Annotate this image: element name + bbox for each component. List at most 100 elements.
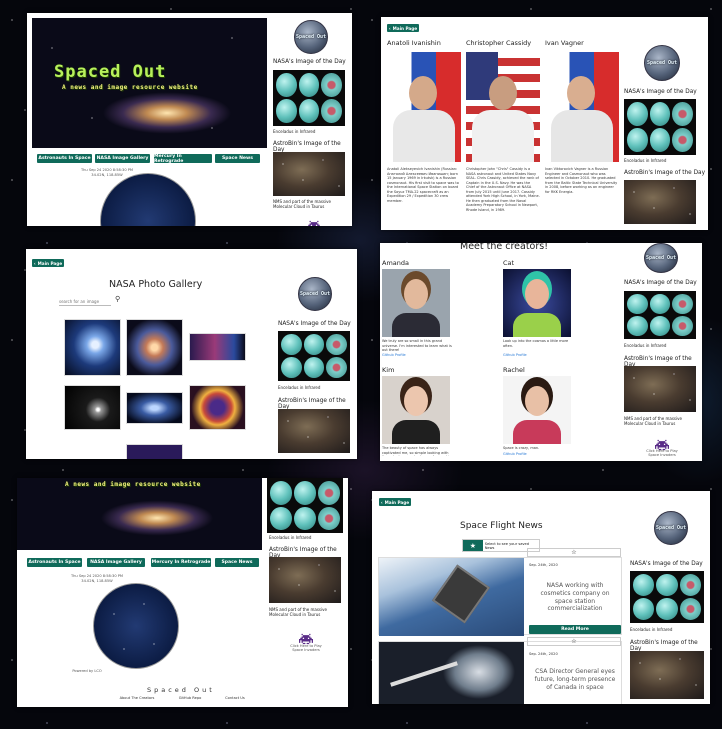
news-image[interactable] [379, 558, 524, 636]
news-headline[interactable]: NASA working with cosmetics company on s… [531, 582, 619, 613]
gallery-button[interactable]: NASA Image Gallery [95, 154, 150, 163]
nasa-iotd-image[interactable] [624, 291, 696, 339]
news-headline[interactable]: CSA Director General eyes future, long-t… [531, 668, 619, 691]
footer-brand: Spaced Out [147, 686, 215, 694]
astrobin-iotd-image[interactable] [624, 180, 696, 224]
astronaut-name: Anatoli Ivanishin [387, 39, 441, 47]
gallery-image[interactable] [64, 385, 121, 430]
astronaut-bio: Anatoli Alekseyevich Ivanishin (Russian:… [387, 167, 459, 203]
read-more-button[interactable]: Read More [529, 625, 621, 634]
space-invaders-icon[interactable] [307, 217, 321, 226]
logo[interactable]: Spaced Out [298, 277, 332, 311]
gallery-image[interactable] [189, 385, 246, 430]
creator-photo [503, 376, 571, 444]
space-invaders-icon[interactable] [299, 630, 313, 645]
gallery-image[interactable] [189, 333, 246, 361]
panel-home-top: Spaced Out A news and image resource web… [27, 13, 352, 226]
astronaut-photo [387, 52, 461, 162]
creator-github-link[interactable]: Github Profile [382, 353, 406, 358]
news-button[interactable]: Space News [215, 558, 259, 567]
bookmark-star-icon[interactable]: ☆ [527, 548, 621, 557]
main-page-button[interactable]: ‹ Main Page [32, 259, 64, 267]
news-card: ☆ Sep. 24th, 2020 CSA Director General e… [378, 637, 622, 704]
gallery-image[interactable] [126, 392, 183, 424]
sky-map[interactable] [93, 583, 179, 669]
creator-bio: The beauty of space has always captivate… [382, 446, 454, 456]
nasa-iotd-title: NASA's Image of the Day [278, 321, 351, 327]
nasa-iotd-caption: Enceladus in Infrared [624, 158, 667, 163]
mercury-button[interactable]: Mercury In Retrograde [151, 558, 211, 567]
astronaut-bio: Christopher John "Chris" Cassidy is a NA… [466, 167, 540, 212]
bookmark-star-icon[interactable]: ☆ [527, 637, 621, 646]
nasa-iotd-caption: Enceladus in Infrared [278, 385, 321, 390]
news-title: Space Flight News [460, 521, 543, 531]
panel-creators: Meet the creators! Amanda We truly are s… [380, 243, 702, 461]
footer-about-link[interactable]: About The Creators [114, 696, 160, 700]
astronaut-name: Christopher Cassidy [466, 39, 532, 47]
footer-repo-link[interactable]: GitHub Repo [175, 696, 205, 700]
nasa-iotd-title: NASA's Image of the Day [630, 561, 703, 567]
hero-banner: A news and image resource website [17, 478, 262, 550]
panel-gallery: ‹ Main Page NASA Photo Gallery ⚲ Spaced … [26, 249, 357, 459]
creator-github-link[interactable]: Github Profile [503, 353, 527, 358]
logo[interactable]: Spaced Out [294, 20, 328, 54]
astronaut-photo [466, 52, 540, 162]
nasa-iotd-title: NASA's Image of the Day [273, 59, 346, 65]
gallery-image[interactable] [64, 319, 121, 376]
astrobin-iotd-image[interactable] [630, 651, 704, 699]
news-button[interactable]: Space News [215, 154, 260, 163]
nasa-iotd-image[interactable] [273, 70, 345, 126]
creator-bio: Space is crazy, man. [503, 446, 540, 450]
creator-name: Cat [503, 259, 515, 267]
astrobin-iotd-caption: NMS and part of the massive Molecular Cl… [273, 199, 331, 209]
sky-map[interactable] [100, 173, 196, 226]
space-invaders-icon[interactable] [655, 436, 669, 451]
gallery-image[interactable] [126, 319, 183, 376]
logo[interactable]: Spaced Out [644, 45, 680, 81]
logo[interactable]: Spaced Out [644, 243, 678, 273]
main-page-button[interactable]: ‹ Main Page [387, 24, 419, 32]
gallery-image[interactable] [126, 444, 183, 459]
creator-photo [382, 376, 450, 444]
astrobin-iotd-image[interactable] [278, 409, 350, 453]
panel-news: ‹ Main Page Space Flight News ★ Select t… [372, 491, 710, 704]
astrobin-iotd-image[interactable] [624, 366, 696, 412]
news-date: Sep. 24th, 2020 [529, 563, 558, 567]
astrobin-iotd-caption: NMS and part of the massive Molecular Cl… [624, 416, 682, 426]
nasa-iotd-caption: Enceladus in Infrared [269, 535, 312, 540]
footer-contact-link[interactable]: Contact Us [220, 696, 250, 700]
astrobin-iotd-image[interactable] [273, 152, 345, 196]
hero-banner: Spaced Out A news and image resource web… [32, 18, 267, 148]
nasa-iotd-caption: Enceladus in Infrared [624, 343, 667, 348]
logo[interactable]: Spaced Out [654, 511, 688, 545]
gallery-search-input[interactable] [59, 297, 111, 306]
mercury-button[interactable]: Mercury In Retrograde [154, 154, 212, 164]
astronauts-button[interactable]: Astronauts In Space [27, 558, 82, 567]
creator-github-link[interactable]: Github Profile [503, 452, 527, 457]
panel-astronauts: ‹ Main Page Anatoli Ivanishin Anatoli Al… [381, 17, 708, 230]
astrobin-iotd-image[interactable] [269, 557, 341, 603]
gallery-button[interactable]: NASA Image Gallery [87, 558, 145, 567]
gallery-title: NASA Photo Gallery [109, 279, 203, 290]
nasa-iotd-caption: Enceladus in Infrared [273, 129, 316, 134]
news-card: ☆ Sep. 24th, 2020 NASA working with cosm… [378, 548, 622, 636]
nasa-iotd-image[interactable] [267, 478, 343, 533]
play-invaders-label[interactable]: Click Here to Play Space Invaders [285, 644, 327, 652]
panel-home-bottom: A news and image resource website Encela… [17, 478, 348, 707]
nasa-iotd-title: NASA's Image of the Day [624, 89, 697, 95]
creator-photo [503, 269, 571, 337]
nasa-iotd-image[interactable] [624, 99, 696, 155]
nasa-iotd-image[interactable] [630, 571, 704, 623]
astronauts-button[interactable]: Astronauts In Space [37, 154, 92, 163]
astrobin-iotd-caption: NMS and part of the massive Molecular Cl… [269, 607, 327, 617]
creator-name: Kim [382, 366, 395, 374]
astronaut-photo [545, 52, 619, 162]
news-image[interactable] [379, 642, 524, 704]
search-icon[interactable]: ⚲ [115, 295, 120, 303]
main-page-button[interactable]: ‹ Main Page [379, 498, 411, 506]
nasa-iotd-caption: Enceladus in Infrared [630, 627, 673, 632]
nasa-iotd-image[interactable] [278, 331, 350, 381]
play-invaders-label[interactable]: Click Here to Play Space Invaders [642, 449, 682, 457]
creator-bio: We truly are so small in this grand univ… [382, 339, 452, 351]
site-subtitle: A news and image resource website [62, 84, 198, 91]
